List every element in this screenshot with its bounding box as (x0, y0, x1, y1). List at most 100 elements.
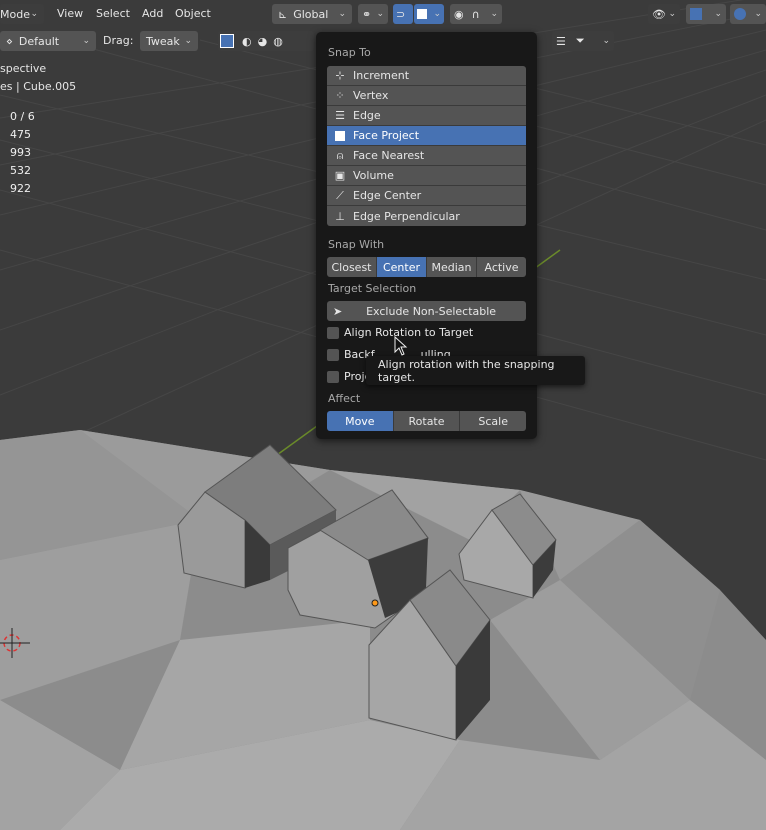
shading-material-icon: ◕ (257, 34, 268, 48)
snap-to-vertex[interactable]: ⁘ Vertex (327, 86, 526, 106)
drag-dropdown[interactable]: Tweak ⌄ (140, 31, 198, 51)
mouse-cursor-icon (394, 336, 408, 356)
snap-with-median[interactable]: Median (427, 257, 477, 277)
snap-toggle-button[interactable]: ⊃ (393, 4, 413, 24)
stat-edges: 993 (10, 146, 31, 159)
snap-to-label: Snap To (328, 46, 371, 59)
chevron-down-icon: ⌄ (30, 9, 38, 19)
mode-label: Mode (0, 7, 30, 21)
chevron-down-icon: ⌄ (433, 9, 441, 19)
filter-dropdown[interactable]: ☰ ⏷ ⌄ (552, 31, 614, 51)
snap-with-label: Snap With (328, 238, 385, 251)
chevron-down-icon: ⌄ (376, 9, 384, 19)
exclude-non-selectable-button[interactable]: ➤ Exclude Non-Selectable (327, 301, 526, 321)
overlay-icon (734, 8, 746, 20)
snap-to-edge[interactable]: ☰ Edge (327, 106, 526, 126)
pivot-icon: ⚭ (362, 7, 372, 21)
magnet-icon: ⊃ (396, 7, 406, 21)
mode-dropdown[interactable]: Mode ⌄ (0, 4, 44, 24)
snap-with-active[interactable]: Active (477, 257, 526, 277)
stat-faces: 532 (10, 164, 31, 177)
gizmo-icon (690, 8, 702, 20)
affect-scale[interactable]: Scale (460, 411, 526, 431)
face-project-icon (417, 9, 427, 19)
menu-select[interactable]: Select (96, 7, 130, 20)
stat-triangles: 922 (10, 182, 31, 195)
falloff-icon: ∩ (471, 7, 480, 21)
chevron-down-icon: ⌄ (668, 9, 676, 19)
snap-with-closest[interactable]: Closest (327, 257, 377, 277)
select-box-icon (220, 34, 234, 48)
snap-target-dropdown[interactable]: ⌄ (414, 4, 444, 24)
target-selection-label: Target Selection (328, 282, 417, 295)
snap-item-label: Edge Center (353, 189, 422, 202)
snap-to-face-nearest[interactable]: ⍝ Face Nearest (327, 146, 526, 166)
vertex-icon: ⁘ (335, 89, 345, 102)
orientation-dropdown[interactable]: ⊾ Global ⌄ (272, 4, 352, 24)
drag-value: Tweak (146, 34, 180, 48)
gizmo-dropdown[interactable]: ⌄ (686, 4, 726, 24)
cursor-arrow-icon: ➤ (333, 304, 343, 318)
pivot-default-label: Default (18, 34, 60, 48)
list-icon: ☰ (556, 34, 566, 48)
menu-add[interactable]: Add (142, 7, 163, 20)
checkbox-box (327, 348, 339, 361)
face-nearest-icon: ⍝ (336, 148, 344, 162)
eye-icon: 👁 (652, 7, 666, 21)
snap-to-face-project[interactable]: Face Project (327, 126, 526, 146)
snap-item-label: Increment (353, 69, 410, 82)
snap-item-label: Face Nearest (353, 149, 425, 162)
shading-solid-icon: ◐ (242, 34, 252, 48)
chevron-down-icon: ⌄ (490, 9, 498, 19)
edge-center-icon: ⟋ (336, 188, 344, 202)
align-rotation-label: Align Rotation to Target (344, 326, 474, 339)
snap-item-label: Edge Perpendicular (353, 209, 460, 223)
proportional-icon: ◉ (454, 7, 464, 21)
project-individual-checkbox[interactable]: Proje (327, 370, 371, 383)
chevron-down-icon: ⌄ (184, 36, 192, 46)
chevron-down-icon: ⌄ (714, 9, 722, 19)
snap-item-label: Edge (353, 109, 381, 122)
snap-item-label: Volume (353, 169, 394, 182)
snap-with-segmented: Closest Center Median Active (327, 257, 526, 277)
chevron-down-icon: ⌄ (754, 9, 762, 19)
snap-with-center[interactable]: Center (377, 257, 427, 277)
snap-to-increment[interactable]: ⊹ Increment (327, 66, 526, 86)
edge-icon: ☰ (335, 109, 345, 122)
snap-to-edge-perpendicular[interactable]: ⊥ Edge Perpendicular (327, 206, 526, 226)
pivot-default-icon: ⋄ (6, 34, 13, 48)
menu-view[interactable]: View (57, 7, 83, 20)
affect-move[interactable]: Move (327, 411, 394, 431)
chevron-down-icon: ⌄ (602, 36, 610, 46)
proportional-editing-button[interactable]: ◉ ∩ ⌄ (450, 4, 502, 24)
drag-label: Drag: (103, 34, 134, 47)
tooltip: Align rotation with the snapping target. (366, 356, 585, 385)
shading-render-icon: ◍ (273, 34, 283, 48)
stat-vertices: 475 (10, 128, 31, 141)
checkbox-box (327, 370, 339, 383)
affect-label: Affect (328, 392, 361, 405)
transform-pivot-dropdown[interactable]: ⋄ Default ⌄ (0, 31, 96, 51)
pivot-point-dropdown[interactable]: ⚭ ⌄ (358, 4, 388, 24)
tooltip-text: Align rotation with the snapping target. (378, 357, 555, 384)
snap-item-label: Face Project (353, 129, 420, 142)
snap-to-edge-center[interactable]: ⟋ Edge Center (327, 186, 526, 206)
orientation-icon: ⊾ (278, 7, 288, 21)
chevron-down-icon: ⌄ (82, 36, 90, 46)
affect-rotate[interactable]: Rotate (393, 411, 461, 431)
edge-perpendicular-icon: ⊥ (335, 209, 345, 223)
overlay-dropdown[interactable]: ⌄ (730, 4, 766, 24)
stat-objects: 0 / 6 (10, 110, 35, 123)
object-info: es | Cube.005 (0, 80, 77, 93)
menu-object[interactable]: Object (175, 7, 211, 20)
snap-item-label: Vertex (353, 89, 389, 102)
face-project-icon (327, 130, 353, 141)
visibility-dropdown[interactable]: 👁 ⌄ (648, 4, 680, 24)
volume-icon: ▣ (334, 169, 346, 182)
checkbox-box (327, 326, 339, 339)
orientation-label: Global (293, 7, 329, 21)
increment-icon: ⊹ (335, 69, 345, 82)
snap-to-list: ⊹ Increment ⁘ Vertex ☰ Edge Face Project ⍝ F… (327, 66, 526, 226)
select-mode-buttons[interactable]: ◐ ◕ ◍ (218, 31, 314, 51)
snap-to-volume[interactable]: ▣ Volume (327, 166, 526, 186)
